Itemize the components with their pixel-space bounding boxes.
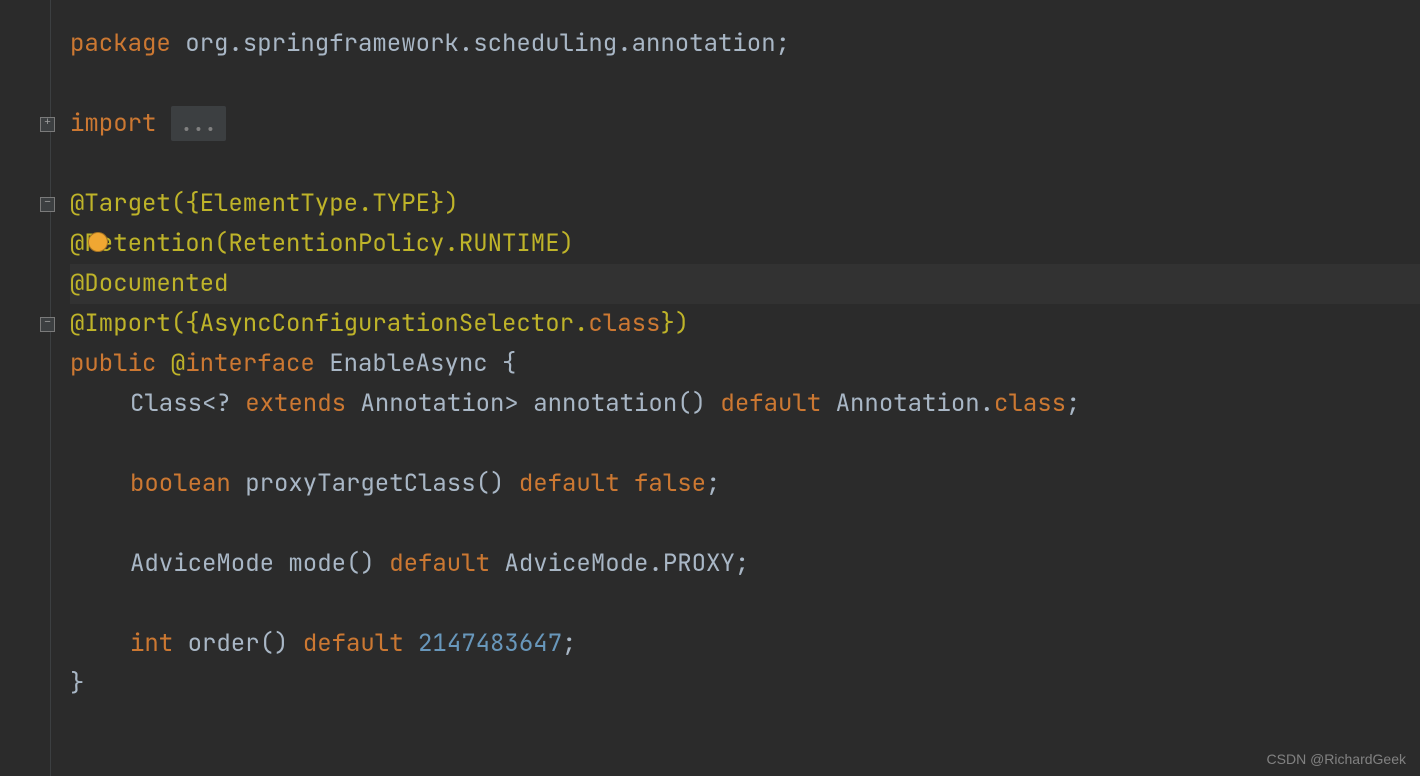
code-text [620,468,634,499]
code-text [404,628,418,659]
code-line: AdviceMode mode() default AdviceMode.PRO… [70,544,1420,584]
keyword: import [70,108,156,139]
code-line: @Retention(RetentionPolicy.RUNTIME) [70,224,1420,264]
annotation: @ [156,348,185,379]
fold-collapse-icon[interactable]: − [40,317,55,332]
code-line: public @interface EnableAsync { [70,344,1420,384]
spacer [156,108,170,139]
watermark-text: CSDN @RichardGeek [1267,750,1406,768]
code-editor[interactable]: package org.springframework.scheduling.a… [56,0,1420,776]
keyword: default [519,468,620,499]
code-text: proxyTargetClass() [231,468,519,499]
breakpoint-icon[interactable] [88,232,108,252]
annotation: @Target({ElementType.TYPE}) [70,188,459,219]
keyword: interface [185,348,315,379]
code-line: @Target({ElementType.TYPE}) [70,184,1420,224]
code-text: order() [173,628,303,659]
annotation: @Import({AsyncConfigurationSelector. [70,308,588,339]
fold-collapse-icon[interactable]: − [40,197,55,212]
code-line: package org.springframework.scheduling.a… [70,24,1420,64]
keyword: false [634,468,706,499]
code-line: @Import({AsyncConfigurationSelector.clas… [70,304,1420,344]
code-text: Annotation> annotation() [346,388,720,419]
fold-expand-icon[interactable]: + [40,117,55,132]
keyword: default [720,388,821,419]
code-line: } [70,664,1420,704]
code-text: org.springframework.scheduling.annotatio… [171,28,790,59]
code-line: import ... [70,104,1420,144]
keyword: package [70,28,171,59]
code-text: ; [562,628,576,659]
folded-region[interactable]: ... [171,106,226,141]
code-text: AdviceMode.PROXY; [490,548,749,579]
code-line: boolean proxyTargetClass() default false… [70,464,1420,504]
code-line: int order() default 2147483647; [70,624,1420,664]
editor-gutter: + − − [0,0,56,776]
code-text: AdviceMode mode() [130,548,389,579]
keyword: default [303,628,404,659]
annotation: }) [660,308,689,339]
code-text: ; [706,468,720,499]
keyword: boolean [130,468,231,499]
code-text: EnableAsync { [315,348,517,379]
code-line: Class<? extends Annotation> annotation()… [70,384,1420,424]
keyword: public [70,348,156,379]
number-literal: 2147483647 [418,628,562,659]
keyword: default [389,548,490,579]
keyword: class [588,308,660,339]
code-text: ; [1066,388,1080,419]
annotation: @Documented [70,268,228,299]
annotation: @Retention(RetentionPolicy.RUNTIME) [70,228,574,259]
keyword: int [130,628,173,659]
keyword: extends [245,388,346,419]
code-text: } [70,668,84,699]
code-text: Class<? [130,388,245,419]
code-text: Annotation. [821,388,994,419]
keyword: class [994,388,1066,419]
code-line-current: @Documented [70,264,1420,304]
